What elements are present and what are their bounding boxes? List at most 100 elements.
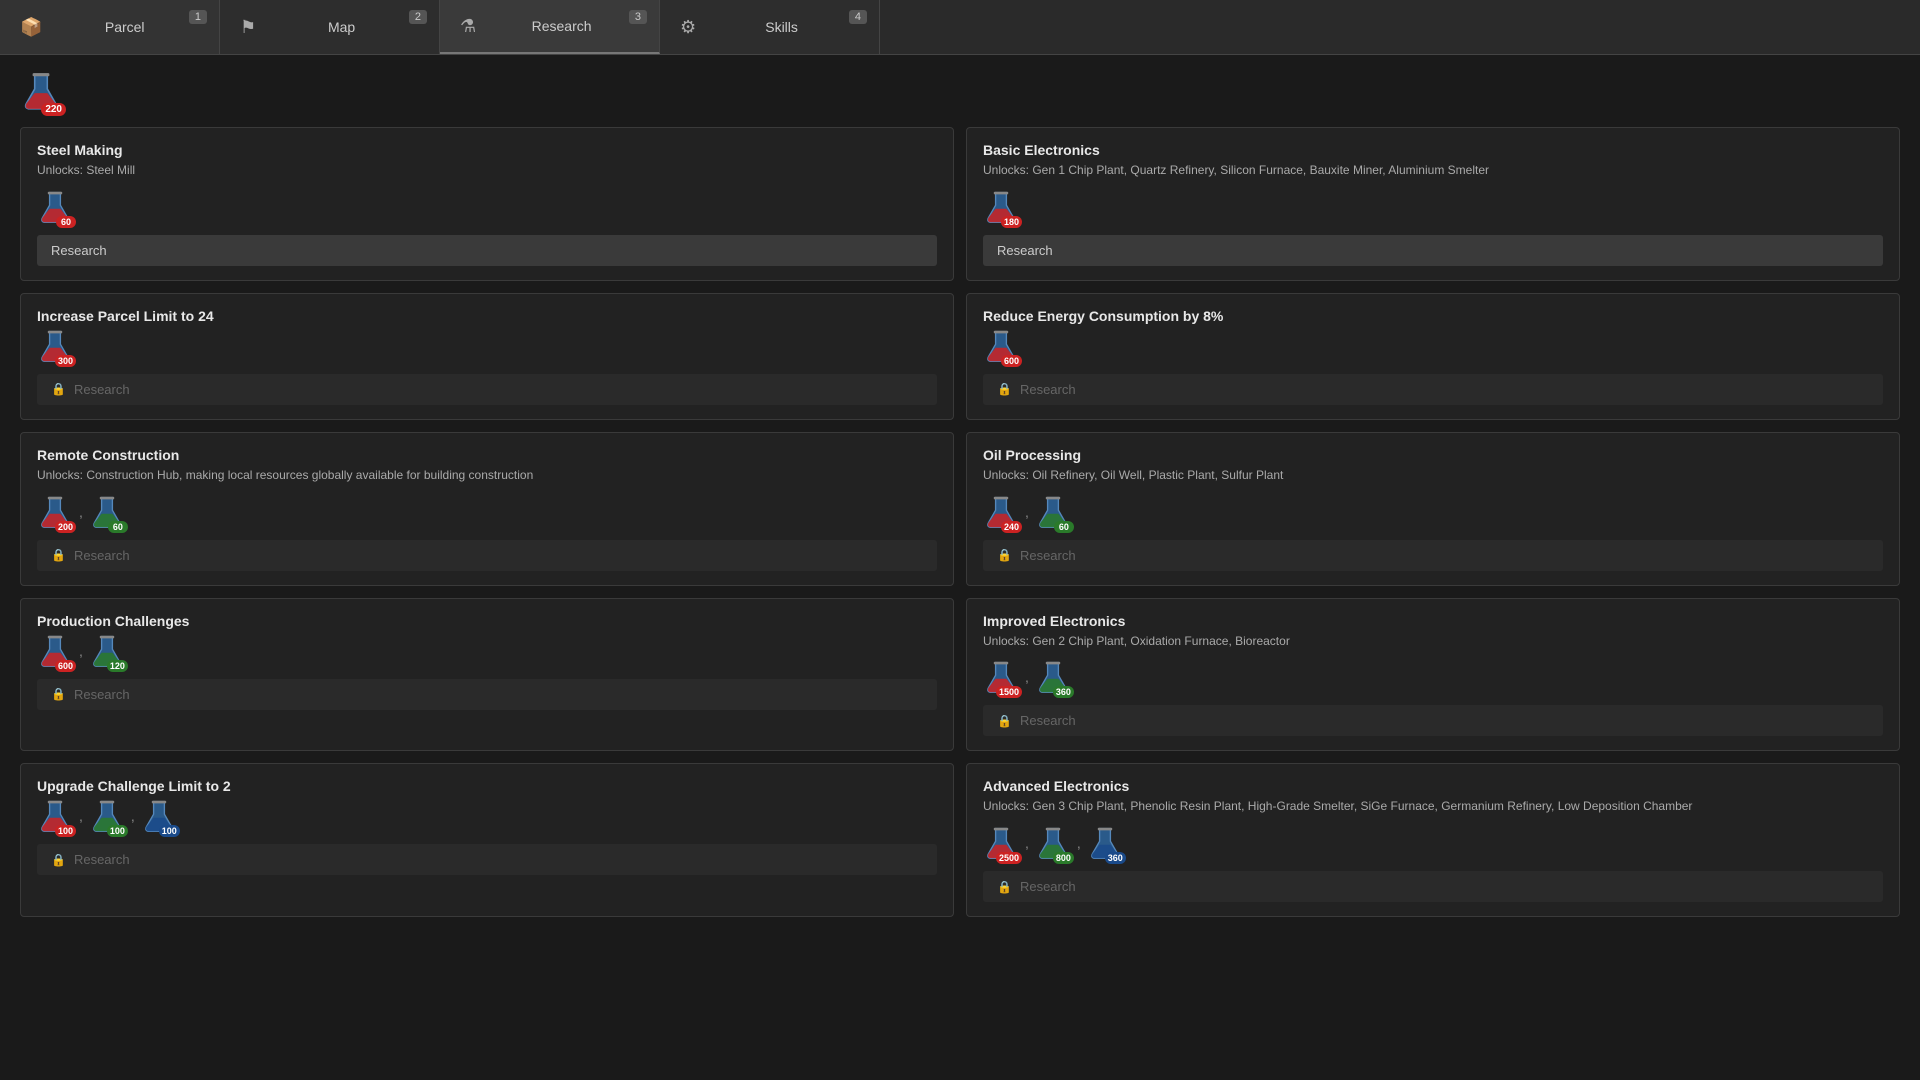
cost-flask-red: 240 [983,494,1019,530]
lock-icon: 🔒 [51,382,66,396]
research-btn-label: Research [1020,548,1076,563]
tab-parcel-number: 1 [189,10,207,24]
card-title: Production Challenges [37,613,937,629]
lock-icon: 🔒 [997,548,1012,562]
cost-value: 60 [1054,521,1074,533]
research-btn-label: Research [51,243,107,258]
cost-value: 360 [1105,852,1126,864]
cost-separator: , [1025,504,1029,520]
research-btn-label: Research [74,687,130,702]
research-card-steel-making: Steel Making Unlocks: Steel Mill 60 Rese… [20,127,954,281]
research-button-advanced-electronics: 🔒 Research [983,871,1883,902]
cost-value: 360 [1053,686,1074,698]
cost-flask-red: 200 [37,494,73,530]
research-button-oil-processing: 🔒 Research [983,540,1883,571]
main-flask-badge: 220 [41,103,66,116]
tab-skills-number: 4 [849,10,867,24]
tab-skills[interactable]: ⚙ Skills 4 [660,0,880,54]
cost-row: 2500 , 800 , 360 [983,825,1883,861]
cost-row: 100 , 100 , 100 [37,798,937,834]
cost-flask-red: 180 [983,189,1019,225]
research-btn-label: Research [997,243,1053,258]
cost-value: 60 [56,216,76,228]
cost-row: 180 [983,189,1883,225]
parcel-icon: 📦 [20,17,42,38]
card-title: Increase Parcel Limit to 24 [37,308,937,324]
card-title: Upgrade Challenge Limit to 2 [37,778,937,794]
research-btn-label: Research [1020,879,1076,894]
cost-flask-red: 1500 [983,659,1019,695]
cost-flask-blue: 360 [1087,825,1123,861]
tab-map-number: 2 [409,10,427,24]
cost-separator: , [131,808,135,824]
cost-flask-red: 2500 [983,825,1019,861]
card-title: Advanced Electronics [983,778,1883,794]
card-subtitle: Unlocks: Gen 1 Chip Plant, Quartz Refine… [983,162,1883,179]
lock-icon: 🔒 [51,687,66,701]
cost-separator: , [79,643,83,659]
cost-value: 100 [159,825,180,837]
cost-value: 300 [55,355,76,367]
research-card-oil-processing: Oil Processing Unlocks: Oil Refinery, Oi… [966,432,1900,586]
tab-bar: 📦 Parcel 1 ⚑ Map 2 ⚗ Research 3 ⚙ Skills… [0,0,1920,55]
cost-value: 2500 [996,852,1022,864]
card-subtitle: Unlocks: Construction Hub, making local … [37,467,937,484]
research-button-steel-making[interactable]: Research [37,235,937,266]
research-btn-label: Research [74,382,130,397]
card-title: Remote Construction [37,447,937,463]
tab-research-number: 3 [629,10,647,24]
cost-separator: , [79,808,83,824]
map-icon: ⚑ [240,17,256,38]
research-button-increase-parcel-limit: 🔒 Research [37,374,937,405]
cost-value: 800 [1053,852,1074,864]
cost-separator: , [79,504,83,520]
research-button-improved-electronics: 🔒 Research [983,705,1883,736]
research-card-advanced-electronics: Advanced Electronics Unlocks: Gen 3 Chip… [966,763,1900,917]
tab-research[interactable]: ⚗ Research 3 [440,0,660,54]
cost-separator: , [1077,835,1081,851]
research-card-upgrade-challenge-limit: Upgrade Challenge Limit to 2 100 , 100 ,… [20,763,954,917]
cost-row: 240 , 60 [983,494,1883,530]
card-subtitle: Unlocks: Oil Refinery, Oil Well, Plastic… [983,467,1883,484]
cost-row: 60 [37,189,937,225]
cost-value: 1500 [996,686,1022,698]
tab-map[interactable]: ⚑ Map 2 [220,0,440,54]
cost-flask-red: 600 [37,633,73,669]
cost-row: 1500 , 360 [983,659,1883,695]
tab-research-label: Research [484,18,639,34]
cost-flask-red: 100 [37,798,73,834]
cost-flask-green: 60 [89,494,125,530]
research-card-remote-construction: Remote Construction Unlocks: Constructio… [20,432,954,586]
research-tab-icon: ⚗ [460,16,476,37]
skills-icon: ⚙ [680,17,696,38]
main-content: Steel Making Unlocks: Steel Mill 60 Rese… [0,117,1920,927]
card-title: Reduce Energy Consumption by 8% [983,308,1883,324]
card-title: Basic Electronics [983,142,1883,158]
cost-separator: , [1025,669,1029,685]
cost-flask-green: 360 [1035,659,1071,695]
cost-value: 240 [1001,521,1022,533]
main-flask: 220 [20,70,62,112]
lock-icon: 🔒 [51,548,66,562]
cost-flask-red: 600 [983,328,1019,364]
card-title: Oil Processing [983,447,1883,463]
tab-map-label: Map [264,19,419,35]
tab-skills-label: Skills [704,19,859,35]
research-grid: Steel Making Unlocks: Steel Mill 60 Rese… [20,127,1900,917]
cost-flask-green: 60 [1035,494,1071,530]
cost-separator: , [1025,835,1029,851]
tab-parcel[interactable]: 📦 Parcel 1 [0,0,220,54]
research-btn-label: Research [74,548,130,563]
card-subtitle: Unlocks: Steel Mill [37,162,937,179]
card-title: Steel Making [37,142,937,158]
research-button-basic-electronics[interactable]: Research [983,235,1883,266]
card-title: Improved Electronics [983,613,1883,629]
cost-value: 600 [1001,355,1022,367]
lock-icon: 🔒 [997,714,1012,728]
cost-flask-red: 60 [37,189,73,225]
cost-value: 100 [55,825,76,837]
research-button-production-challenges: 🔒 Research [37,679,937,710]
top-resource-area: 220 [0,55,1920,117]
research-btn-label: Research [1020,713,1076,728]
cost-row: 600 , 120 [37,633,937,669]
